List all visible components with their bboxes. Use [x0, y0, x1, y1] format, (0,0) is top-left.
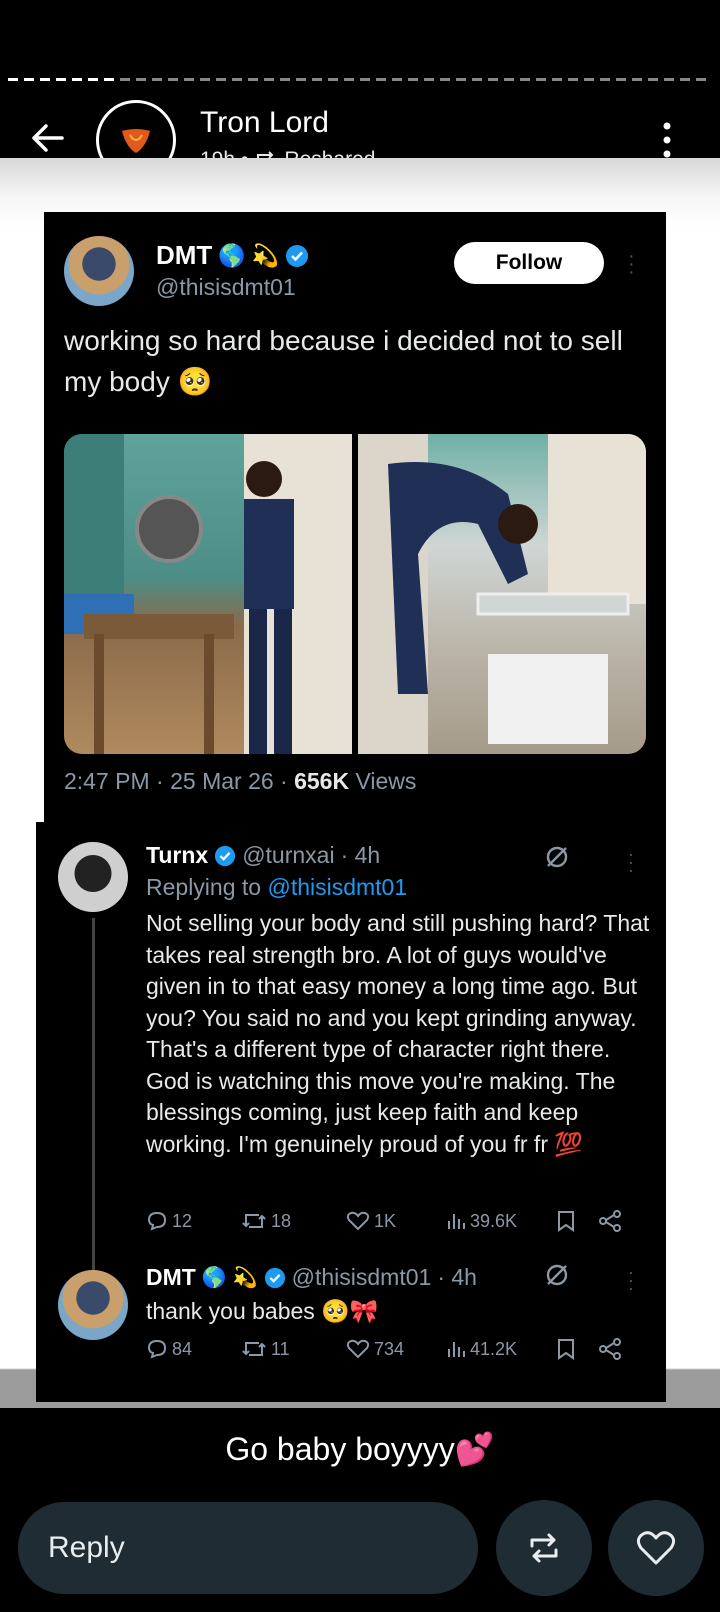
tweet-timestamp: 2:47 PM · 25 Mar 26 · [64, 768, 295, 794]
reply2-actions: 84 11 734 41.2K [146, 1338, 656, 1360]
tweet-author-avatar [64, 236, 134, 306]
heart-icon [346, 1211, 370, 1231]
thread-line [92, 918, 95, 1318]
logo-icon [122, 129, 150, 153]
comment-icon [147, 1211, 167, 1231]
tweet-photo-cutting [358, 434, 646, 754]
tweet-views-label: Views [349, 768, 417, 794]
reply2-likes-count: 734 [374, 1338, 405, 1359]
reply1-likes-count: 1K [374, 1210, 397, 1231]
reply-bar: Reply [0, 1500, 720, 1612]
tweet-views-count: 656K [294, 768, 350, 794]
replying-to-handle: @thisisdmt01 [267, 874, 408, 900]
reply1-handle: @turnxai [242, 842, 335, 868]
tweet-footer: 2:47 PM · 25 Mar 26 · 656K Views [64, 768, 416, 795]
reply2-handle: @thisisdmt01 [291, 1264, 432, 1290]
reshare-button[interactable] [496, 1500, 592, 1596]
photo-cutting-illustration [358, 434, 646, 754]
verified-badge-icon [286, 244, 309, 267]
reply2-text: thank you babes 🥺🎀 [146, 1298, 379, 1324]
like-button[interactable] [608, 1500, 704, 1596]
status-caption: Go baby boyyyy💕 [225, 1431, 495, 1467]
reply1-views: 39.6K [446, 1211, 556, 1232]
reply2-name: DMT [146, 1264, 196, 1290]
reply1-replies: 12 [146, 1211, 241, 1232]
verified-badge-icon [264, 1267, 285, 1288]
contact-name: Tron Lord [200, 106, 329, 139]
reply1-views-count: 39.6K [470, 1210, 518, 1231]
reply2-replies-count: 84 [172, 1338, 193, 1359]
replying-prefix: Replying to [146, 874, 268, 900]
replying-to: Replying to @thisisdmt01 [146, 874, 407, 901]
globe-emoji-icon: 🌎 [218, 242, 246, 268]
back-arrow-icon[interactable] [28, 118, 68, 158]
share-icon [599, 1338, 621, 1360]
reply1-actions: 12 18 1K 39.6K [146, 1210, 656, 1232]
reply2-header: DMT 🌎 💫 @thisisdmt01 · 4h [146, 1264, 477, 1291]
sparkle-emoji-icon: 💫 [251, 242, 280, 268]
reply2-age: · 4h [437, 1264, 477, 1290]
grok-icon [546, 846, 568, 868]
reply1-text: Not selling your body and still pushing … [146, 910, 650, 1157]
more-options-icon[interactable] [662, 122, 672, 158]
reply2-reposts: 11 [241, 1339, 346, 1360]
verified-badge-icon [215, 845, 236, 866]
grok-icon [546, 1264, 568, 1286]
heart-icon [346, 1339, 370, 1359]
bookmark-icon [558, 1211, 574, 1232]
globe-emoji-icon: 🌎 [201, 1267, 227, 1289]
views-icon [448, 1214, 465, 1229]
tweet-photos [64, 434, 646, 754]
reply1-reposts: 18 [241, 1211, 346, 1232]
story-progress-bar [8, 78, 712, 81]
reply2-likes: 734 [346, 1339, 446, 1360]
reply1-header: Turnx @turnxai · 4h [146, 842, 380, 869]
heart-icon [636, 1531, 676, 1565]
repeat-icon [530, 1533, 558, 1563]
reply-input[interactable]: Reply [18, 1502, 478, 1594]
comment-icon [147, 1339, 167, 1359]
story-progress-fill [8, 78, 114, 81]
photo-saw-illustration [64, 434, 352, 754]
repost-icon [242, 1342, 266, 1356]
reply-thread: Turnx @turnxai · 4h · · · Replying to @thi… [36, 822, 666, 1402]
reply2-reposts-count: 11 [271, 1338, 290, 1359]
reply-avatar-turnx [58, 842, 128, 912]
reply2-views-count: 41.2K [470, 1338, 518, 1359]
tweet-author-name: DMT [156, 240, 213, 270]
reply2-replies: 84 [146, 1339, 241, 1360]
tweet-text: working so hard because i decided not to… [64, 325, 623, 397]
tweet-author-name-row: DMT 🌎 💫 [156, 240, 309, 271]
tweet-card: DMT 🌎 💫 @thisisdmt01 Follow · · · working … [44, 212, 666, 824]
sparkle-emoji-icon: 💫 [232, 1267, 258, 1289]
reply-avatar-dmt [58, 1270, 128, 1340]
tweet-photo-saw [64, 434, 352, 754]
tweet-more-icon: · · · [628, 245, 635, 283]
reply2-more-icon: · · · [628, 1262, 634, 1298]
reply1-more-icon: · · · [628, 844, 634, 880]
repost-icon [242, 1214, 266, 1228]
reply1-age: · 4h [340, 842, 381, 868]
reply1-reposts-count: 18 [271, 1210, 292, 1231]
reply1-name: Turnx [146, 842, 209, 868]
follow-button: Follow [454, 242, 604, 284]
reply1-likes: 1K [346, 1211, 446, 1232]
views-icon [448, 1342, 465, 1357]
share-icon [599, 1210, 621, 1232]
reply1-replies-count: 12 [172, 1210, 193, 1231]
reply2-views: 41.2K [446, 1339, 556, 1360]
tweet-author-handle: @thisisdmt01 [156, 274, 296, 300]
bookmark-icon [558, 1339, 574, 1360]
